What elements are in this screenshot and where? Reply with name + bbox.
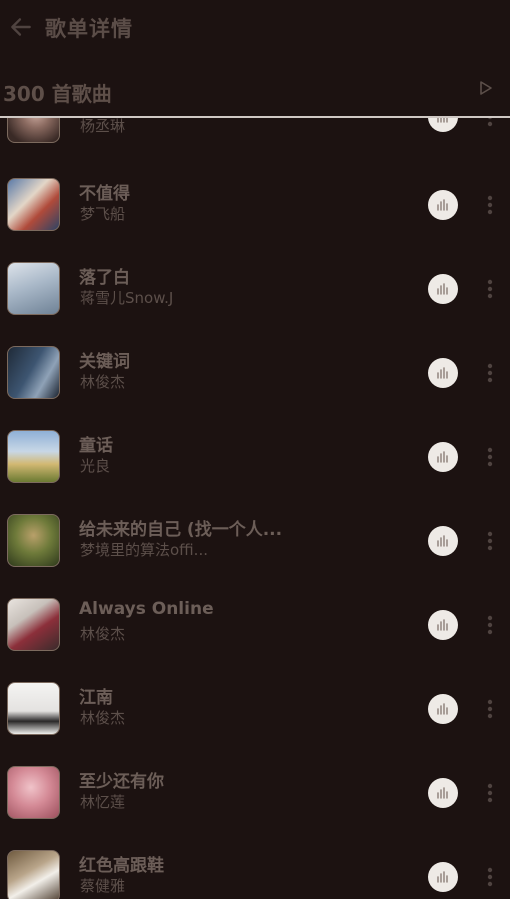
song-title: 至少还有你 <box>79 772 164 792</box>
song-artist: 梦境里的算法offi... <box>80 541 208 559</box>
song-list[interactable]: 杨丞琳 不值得 梦飞船 落了白 蒋雪儿Snow.J 关键词 林俊杰 童话 光良 … <box>0 118 510 899</box>
audio-wave-icon <box>437 199 448 211</box>
song-row[interactable]: Always Online 林俊杰 <box>0 588 510 672</box>
more-vertical-icon <box>487 279 493 299</box>
play-song-button[interactable] <box>428 526 458 556</box>
more-vertical-icon <box>487 363 493 383</box>
more-vertical-icon <box>487 783 493 803</box>
play-song-button[interactable] <box>428 118 458 132</box>
play-song-button[interactable] <box>428 190 458 220</box>
song-row[interactable]: 红色高跟鞋 蔡健雅 <box>0 840 510 899</box>
audio-wave-icon <box>437 787 448 799</box>
audio-wave-icon <box>437 535 448 547</box>
audio-wave-icon <box>437 367 448 379</box>
more-options-button[interactable] <box>480 610 500 640</box>
song-row[interactable]: 至少还有你 林忆莲 <box>0 756 510 840</box>
play-outline-icon <box>480 81 492 95</box>
album-cover <box>7 346 60 399</box>
more-vertical-icon <box>487 531 493 551</box>
song-row[interactable]: 杨丞琳 <box>0 118 510 164</box>
song-row[interactable]: 落了白 蒋雪儿Snow.J <box>0 252 510 336</box>
song-row[interactable]: 关键词 林俊杰 <box>0 336 510 420</box>
album-cover <box>7 118 60 143</box>
more-options-button[interactable] <box>480 526 500 556</box>
song-title: 江南 <box>79 688 113 708</box>
playlist-detail-screen: 歌单详情 300 首歌曲 杨丞琳 不值得 梦飞船 落了白 蒋雪儿Snow.J 关… <box>0 0 510 899</box>
play-song-button[interactable] <box>428 274 458 304</box>
more-vertical-icon <box>487 195 493 215</box>
audio-wave-icon <box>437 451 448 463</box>
song-title: 不值得 <box>79 184 130 204</box>
audio-wave-icon <box>437 283 448 295</box>
arrow-left-icon <box>11 18 31 36</box>
more-options-button[interactable] <box>480 118 500 132</box>
play-song-button[interactable] <box>428 358 458 388</box>
more-options-button[interactable] <box>480 274 500 304</box>
album-cover <box>7 682 60 735</box>
play-song-button[interactable] <box>428 862 458 892</box>
song-row[interactable]: 江南 林俊杰 <box>0 672 510 756</box>
audio-wave-icon <box>437 703 448 715</box>
album-cover <box>7 850 60 899</box>
more-vertical-icon <box>487 118 493 127</box>
more-vertical-icon <box>487 447 493 467</box>
play-song-button[interactable] <box>428 610 458 640</box>
play-song-button[interactable] <box>428 442 458 472</box>
album-cover <box>7 514 60 567</box>
song-artist: 林俊杰 <box>80 373 126 391</box>
audio-wave-icon <box>437 871 448 883</box>
more-vertical-icon <box>487 699 493 719</box>
more-options-button[interactable] <box>480 358 500 388</box>
top-app-bar: 歌单详情 <box>0 0 510 56</box>
page-title: 歌单详情 <box>45 17 133 41</box>
album-cover <box>7 598 60 651</box>
more-vertical-icon <box>487 867 493 887</box>
more-options-button[interactable] <box>480 862 500 892</box>
more-options-button[interactable] <box>480 778 500 808</box>
song-artist: 杨丞琳 <box>80 118 126 135</box>
song-artist: 蔡健雅 <box>80 877 126 895</box>
song-row[interactable]: 给未来的自己 (找一个人... 梦境里的算法offi... <box>0 504 510 588</box>
song-row[interactable]: 童话 光良 <box>0 420 510 504</box>
song-title: 给未来的自己 (找一个人... <box>79 520 283 540</box>
song-artist: 林俊杰 <box>80 709 126 727</box>
song-row[interactable]: 不值得 梦飞船 <box>0 168 510 252</box>
audio-wave-icon <box>437 118 448 123</box>
song-artist: 蒋雪儿Snow.J <box>80 289 174 307</box>
play-all-button[interactable] <box>476 78 496 98</box>
audio-wave-icon <box>437 619 448 631</box>
song-title: 童话 <box>79 436 113 456</box>
song-artist: 林忆莲 <box>80 793 126 811</box>
song-title: 关键词 <box>79 352 130 372</box>
song-artist: 林俊杰 <box>80 625 126 643</box>
more-options-button[interactable] <box>480 190 500 220</box>
more-vertical-icon <box>487 615 493 635</box>
album-cover <box>7 178 60 231</box>
back-button[interactable] <box>6 12 36 42</box>
song-artist: 梦飞船 <box>80 205 126 223</box>
playlist-header: 300 首歌曲 <box>0 64 510 118</box>
album-cover <box>7 430 60 483</box>
more-options-button[interactable] <box>480 442 500 472</box>
song-title: 落了白 <box>79 268 130 288</box>
song-count-label: 300 首歌曲 <box>3 82 112 106</box>
play-song-button[interactable] <box>428 778 458 808</box>
more-options-button[interactable] <box>480 694 500 724</box>
song-title: Always Online <box>79 599 214 619</box>
album-cover <box>7 262 60 315</box>
play-song-button[interactable] <box>428 694 458 724</box>
song-title: 红色高跟鞋 <box>79 856 164 876</box>
song-artist: 光良 <box>80 457 111 475</box>
album-cover <box>7 766 60 819</box>
